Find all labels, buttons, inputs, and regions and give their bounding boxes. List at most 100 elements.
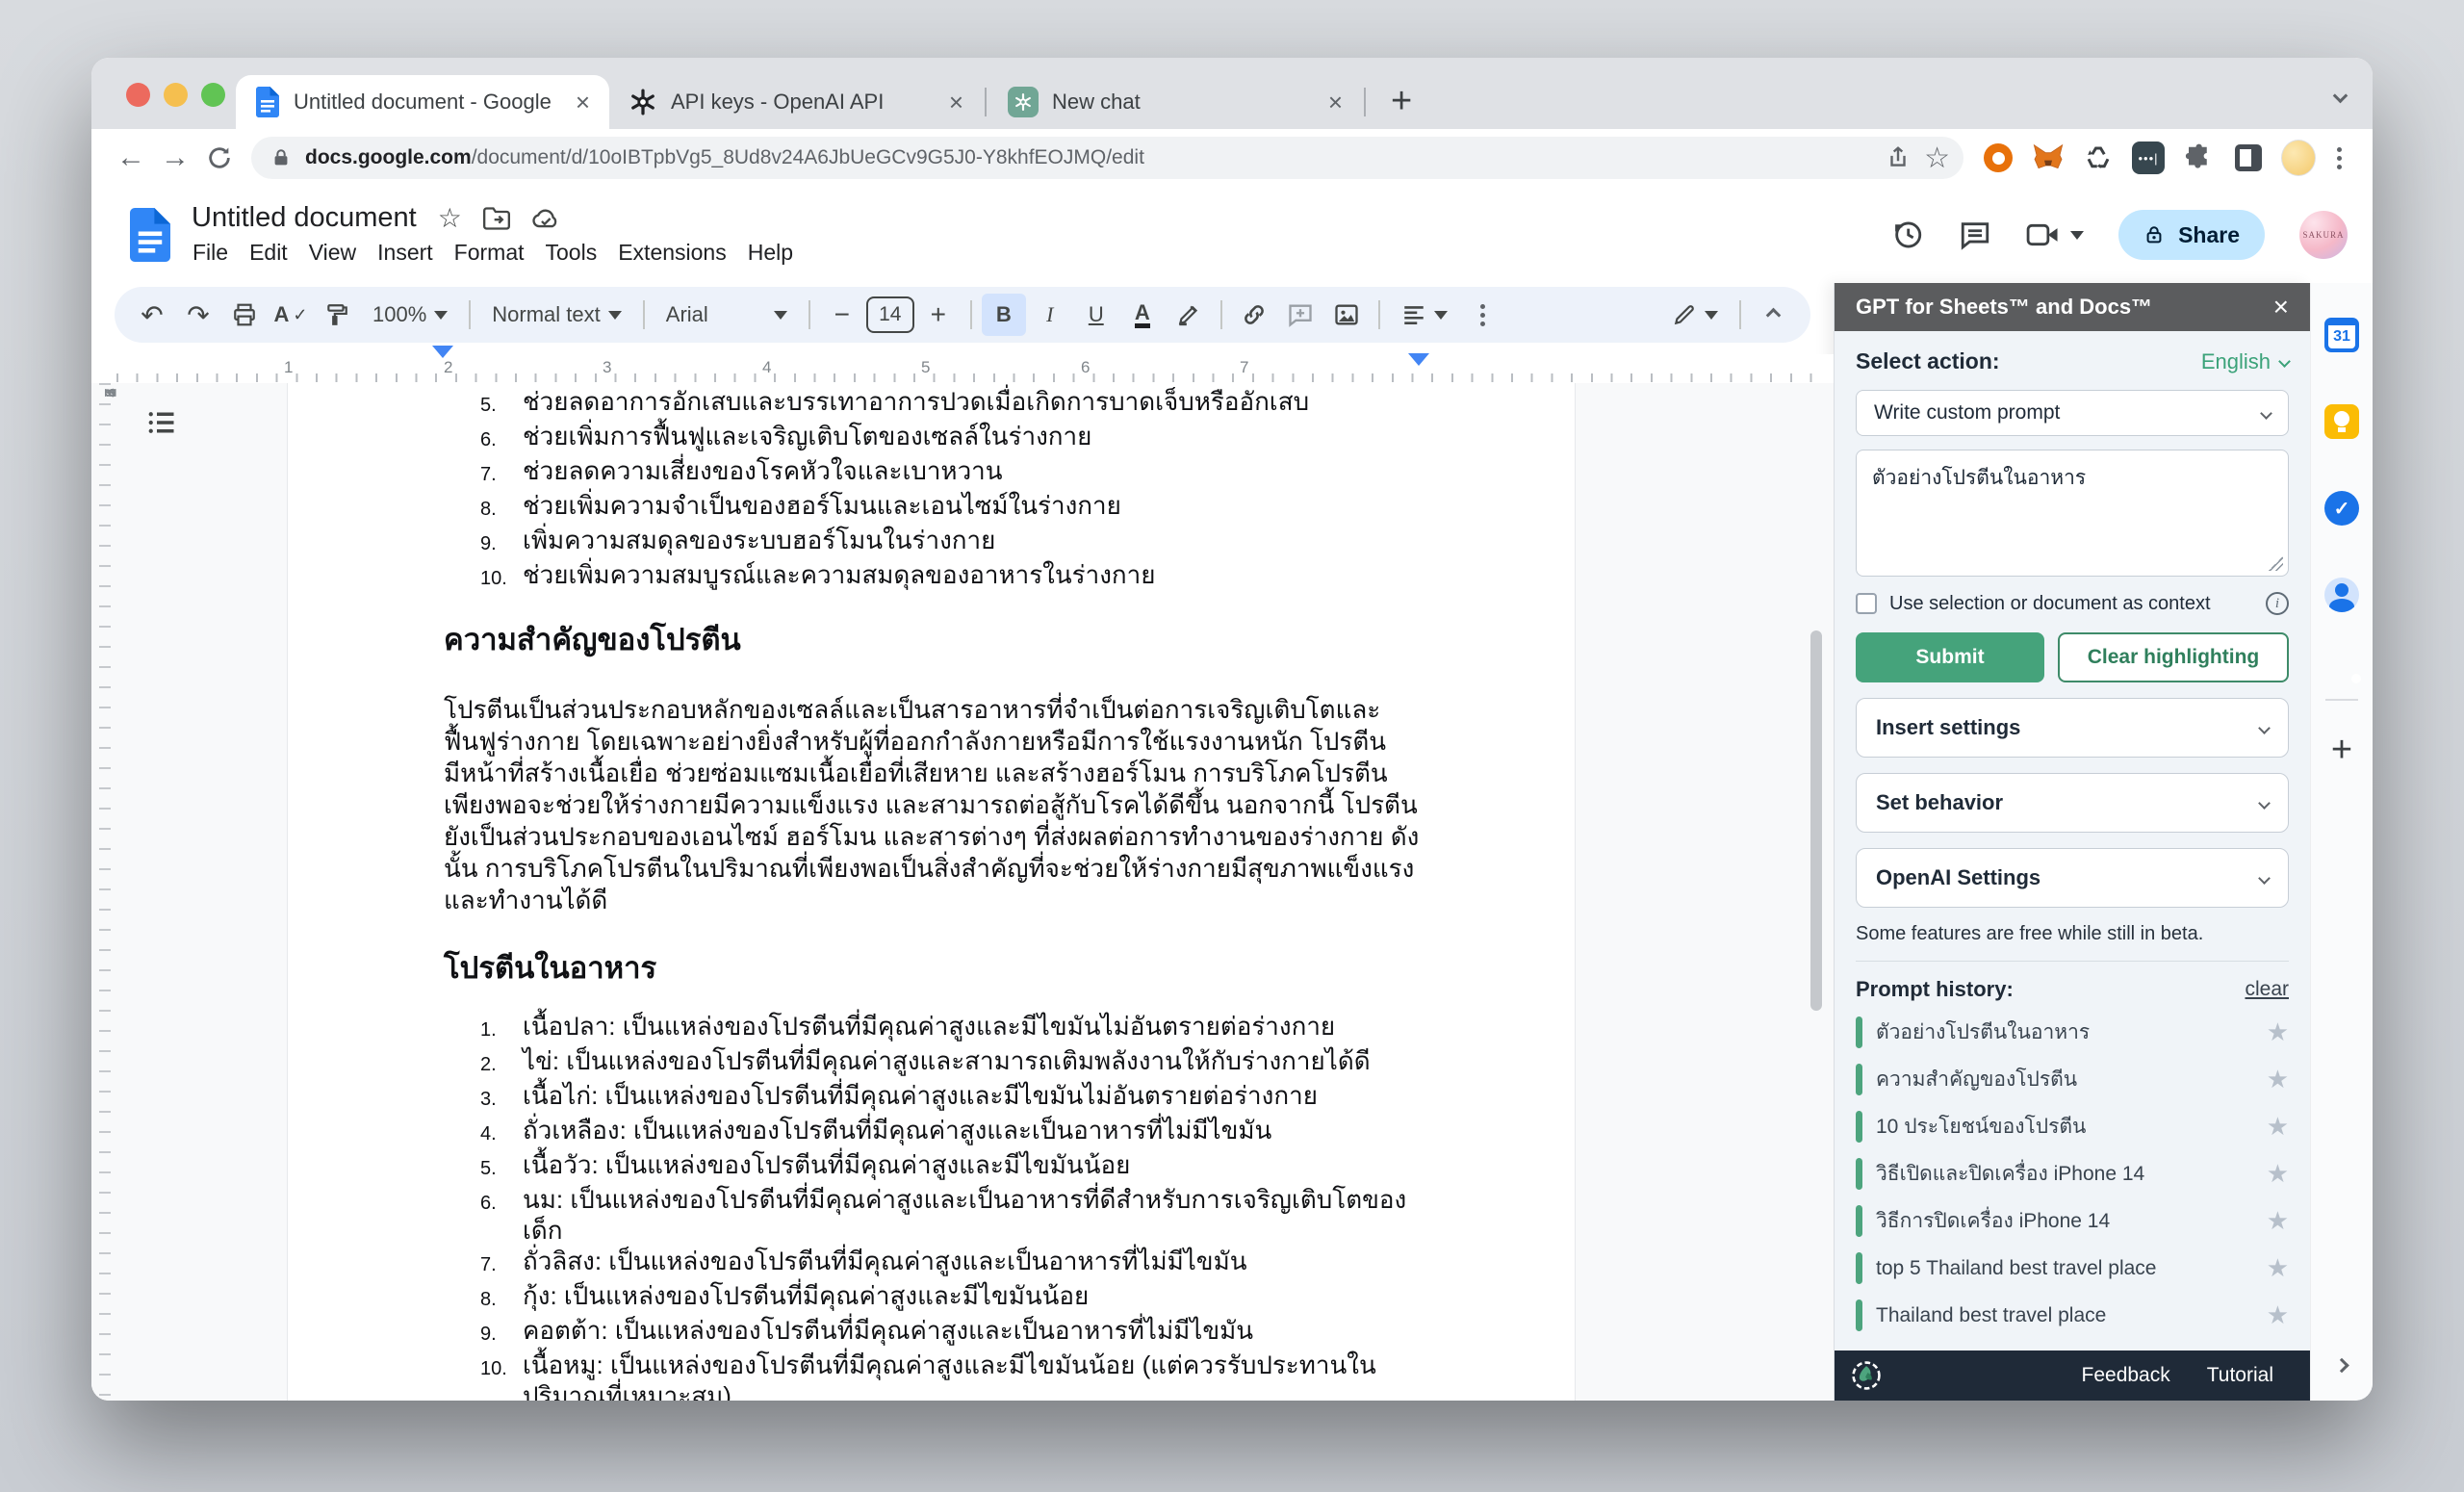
- paint-format-button[interactable]: [315, 294, 359, 336]
- left-indent-marker[interactable]: [432, 358, 453, 375]
- forward-button[interactable]: →: [153, 141, 197, 174]
- increase-font-size-button[interactable]: +: [916, 294, 961, 336]
- feedback-link[interactable]: Feedback: [2082, 1364, 2170, 1387]
- recycle-extension-icon[interactable]: [2081, 141, 2116, 175]
- close-window-button[interactable]: [126, 83, 150, 107]
- font-select[interactable]: Arial: [654, 294, 799, 336]
- google-tasks-icon[interactable]: ✓: [2324, 491, 2359, 526]
- decrease-font-size-button[interactable]: −: [820, 294, 864, 336]
- favorite-star-icon[interactable]: ★: [2267, 1112, 2289, 1142]
- menu-item[interactable]: File: [182, 238, 239, 268]
- metamask-fox-icon[interactable]: [2031, 141, 2066, 175]
- tab-chatgpt[interactable]: New chat ×: [988, 75, 1362, 129]
- openai-settings-panel[interactable]: OpenAI Settings: [1856, 848, 2289, 908]
- zoom-select[interactable]: 100%: [361, 294, 459, 336]
- menu-item[interactable]: View: [298, 238, 367, 268]
- google-keep-icon[interactable]: [2324, 404, 2359, 439]
- share-page-button[interactable]: [1886, 145, 1911, 170]
- more-options-button[interactable]: [1461, 294, 1505, 336]
- tab-close-icon[interactable]: ×: [1324, 90, 1347, 115]
- add-comment-button[interactable]: [1278, 294, 1322, 336]
- sidebar-close-icon[interactable]: ×: [2273, 294, 2289, 321]
- menu-item[interactable]: Extensions: [607, 238, 737, 268]
- underline-button[interactable]: U: [1074, 294, 1118, 336]
- insert-image-button[interactable]: [1324, 294, 1369, 336]
- info-icon[interactable]: i: [2266, 592, 2289, 615]
- comments-icon[interactable]: [1959, 219, 1991, 251]
- bookmark-star-icon[interactable]: ☆: [1924, 141, 1950, 175]
- cloud-saved-icon[interactable]: [531, 207, 560, 230]
- account-avatar[interactable]: SAKURA: [2299, 211, 2348, 259]
- history-item[interactable]: ตัวอย่างโปรตีนในอาหาร ★: [1856, 1016, 2289, 1049]
- menu-item[interactable]: Format: [444, 238, 535, 268]
- address-bar[interactable]: docs.google.com/document/d/10oIBTpbVg5_8…: [251, 137, 1964, 179]
- clear-highlighting-button[interactable]: Clear highlighting: [2058, 632, 2289, 682]
- extension-orange-icon[interactable]: [1981, 141, 2015, 175]
- language-selector[interactable]: English: [2201, 349, 2289, 374]
- context-checkbox[interactable]: [1856, 593, 1877, 614]
- tutorial-link[interactable]: Tutorial: [2207, 1364, 2273, 1387]
- minimize-window-button[interactable]: [164, 83, 188, 107]
- italic-button[interactable]: I: [1028, 294, 1072, 336]
- text-color-button[interactable]: A: [1120, 294, 1165, 336]
- prompt-textarea[interactable]: ตัวอย่างโปรตีนในอาหาร: [1856, 450, 2289, 577]
- clear-history-link[interactable]: clear: [2245, 978, 2289, 1001]
- google-contacts-icon[interactable]: [2324, 578, 2359, 612]
- tab-google-docs[interactable]: Untitled document - Google Do ×: [236, 75, 609, 129]
- meet-video-button[interactable]: [2026, 220, 2084, 249]
- insert-link-button[interactable]: [1232, 294, 1276, 336]
- move-to-folder-icon[interactable]: [483, 207, 510, 230]
- star-document-icon[interactable]: ☆: [438, 202, 462, 234]
- favorite-star-icon[interactable]: ★: [2267, 1065, 2289, 1094]
- extensions-puzzle-icon[interactable]: [2181, 141, 2216, 175]
- add-addon-button[interactable]: +: [2331, 735, 2352, 764]
- horizontal-ruler[interactable]: 1234567: [91, 354, 1834, 383]
- browser-menu-icon[interactable]: [2331, 147, 2348, 169]
- new-tab-button[interactable]: +: [1391, 87, 1412, 116]
- undo-button[interactable]: ↶: [130, 294, 174, 336]
- reload-button[interactable]: [197, 144, 242, 171]
- tab-close-icon[interactable]: ×: [572, 90, 594, 115]
- document-page[interactable]: 5.ช่วยลดอาการอักเสบและบรรเทาอาการปวดเมื่…: [287, 383, 1576, 1401]
- tab-close-icon[interactable]: ×: [945, 90, 967, 115]
- menu-item[interactable]: Help: [737, 238, 804, 268]
- document-outline-button[interactable]: [147, 410, 176, 435]
- paragraph-style-select[interactable]: Normal text: [480, 294, 632, 336]
- align-button[interactable]: [1390, 294, 1459, 336]
- favorite-star-icon[interactable]: ★: [2267, 1300, 2289, 1330]
- favorite-star-icon[interactable]: ★: [2267, 1206, 2289, 1236]
- menu-item[interactable]: Edit: [239, 238, 298, 268]
- action-select[interactable]: Write custom prompt: [1856, 390, 2289, 436]
- hide-menus-button[interactable]: [1751, 294, 1795, 336]
- history-item[interactable]: top 5 Thailand best travel place ★: [1856, 1251, 2289, 1285]
- spell-check-button[interactable]: A✓: [269, 294, 313, 336]
- editing-mode-button[interactable]: [1660, 294, 1730, 336]
- insert-settings-panel[interactable]: Insert settings: [1856, 698, 2289, 758]
- favorite-star-icon[interactable]: ★: [2267, 1159, 2289, 1189]
- submit-button[interactable]: Submit: [1856, 632, 2044, 682]
- print-button[interactable]: [222, 294, 267, 336]
- fullscreen-window-button[interactable]: [201, 83, 225, 107]
- redo-button[interactable]: ↷: [176, 294, 220, 336]
- back-button[interactable]: ←: [109, 141, 153, 174]
- version-history-icon[interactable]: [1891, 219, 1924, 251]
- history-item[interactable]: วิธีเปิดและปิดเครื่อง iPhone 14 ★: [1856, 1157, 2289, 1191]
- right-indent-marker[interactable]: [1408, 366, 1429, 383]
- google-calendar-icon[interactable]: 31: [2324, 318, 2359, 352]
- side-panel-icon[interactable]: [2231, 141, 2266, 175]
- resize-grip-icon[interactable]: [2269, 556, 2283, 571]
- history-item[interactable]: Thailand best travel place ★: [1856, 1299, 2289, 1332]
- history-item[interactable]: วิธีการปิดเครื่อง iPhone 14 ★: [1856, 1204, 2289, 1238]
- highlight-color-button[interactable]: [1167, 294, 1211, 336]
- favorite-star-icon[interactable]: ★: [2267, 1253, 2289, 1283]
- set-behavior-panel[interactable]: Set behavior: [1856, 773, 2289, 833]
- history-item[interactable]: ความสำคัญของโปรตีน ★: [1856, 1063, 2289, 1096]
- menu-item[interactable]: Tools: [535, 238, 608, 268]
- collapse-sidebar-chevron[interactable]: [2337, 1358, 2348, 1376]
- menu-item[interactable]: Insert: [367, 238, 444, 268]
- favorite-star-icon[interactable]: ★: [2267, 1017, 2289, 1047]
- document-scrollbar[interactable]: [1810, 630, 1822, 1011]
- google-docs-logo[interactable]: [130, 208, 170, 262]
- password-manager-icon[interactable]: •••|: [2131, 141, 2166, 175]
- profile-avatar[interactable]: [2281, 141, 2316, 175]
